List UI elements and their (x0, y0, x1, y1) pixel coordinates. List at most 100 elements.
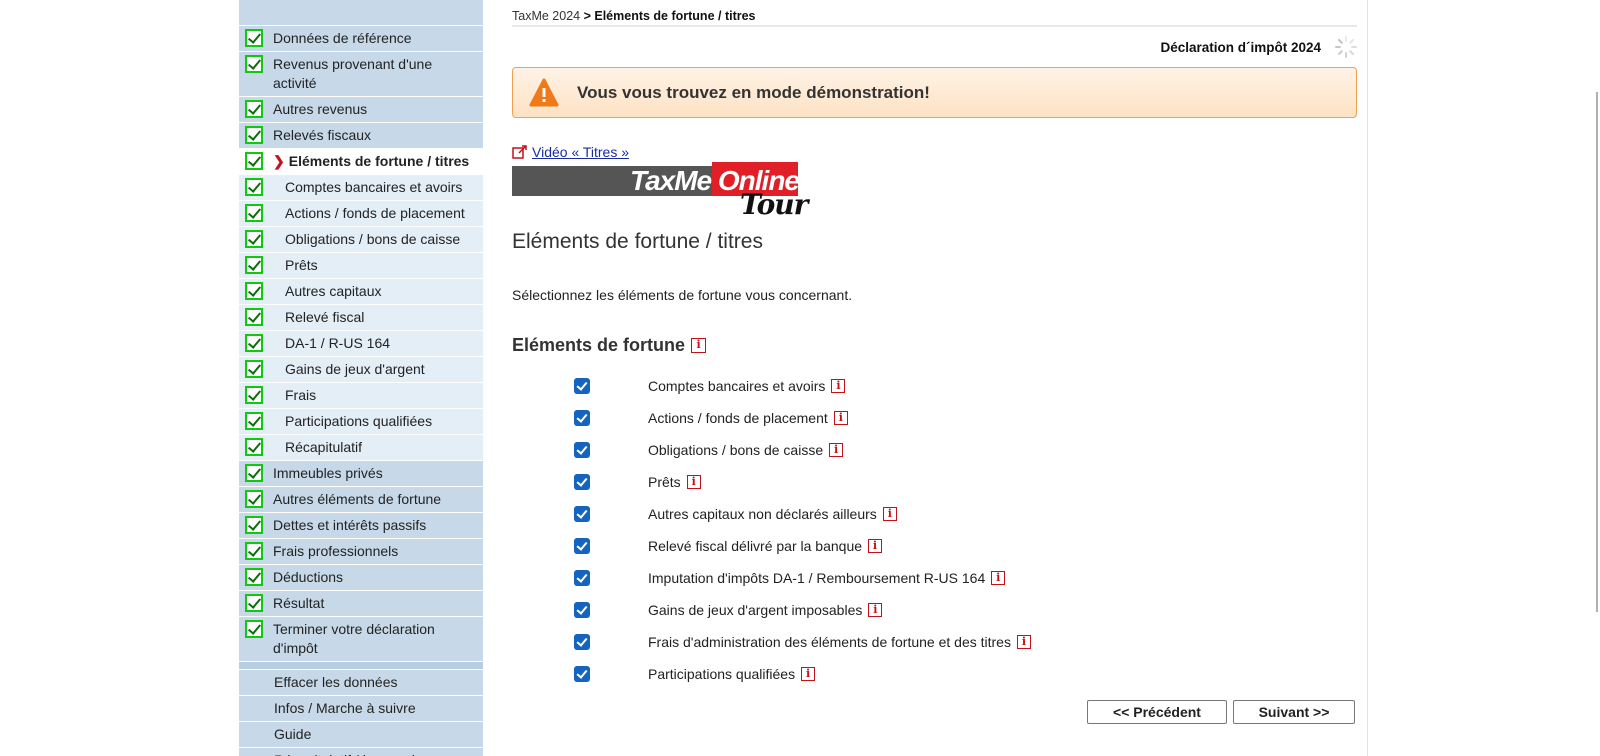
completed-check-icon (245, 386, 263, 404)
info-icon[interactable]: i (882, 507, 897, 521)
sidebar-item[interactable]: Gains de jeux d'argent (239, 357, 483, 383)
sidebar-item[interactable]: Résultat (239, 591, 483, 617)
sidebar-item[interactable]: Relevés fiscaux (239, 123, 483, 149)
option-checkbox[interactable] (574, 570, 590, 586)
info-icon[interactable]: i (868, 603, 883, 617)
fortune-option-row: Imputation d'impôts DA-1 / Remboursement… (512, 562, 1357, 594)
info-icon[interactable]: i (686, 475, 701, 489)
sidebar-item-text: Autres capitaux (285, 283, 382, 299)
external-link-icon[interactable] (512, 145, 528, 159)
option-checkbox[interactable] (574, 634, 590, 650)
info-icon[interactable]: i (801, 667, 816, 681)
info-icon[interactable]: i (1016, 635, 1031, 649)
completed-check-icon (245, 29, 263, 47)
option-checkbox[interactable] (574, 666, 590, 682)
completed-check-icon (245, 464, 263, 482)
sidebar-item-label: Prêts (273, 253, 322, 278)
fortune-option-row: Prêts i (512, 466, 1357, 498)
completed-check-icon (245, 55, 263, 73)
sidebar-item[interactable]: Récapitulatif (239, 435, 483, 461)
sidebar-item[interactable]: Relevé fiscal (239, 305, 483, 331)
sidebar-item-text: Revenus provenant d'une activité (273, 56, 433, 91)
sidebar-item-text: Autres éléments de fortune (273, 491, 442, 507)
page-title: Eléments de fortune / titres (512, 230, 763, 253)
scrollbar[interactable] (1596, 92, 1598, 612)
sidebar-item[interactable]: Prêts (239, 253, 483, 279)
info-icon[interactable]: i (868, 539, 883, 553)
info-icon[interactable]: i (831, 379, 846, 393)
completed-check-icon (245, 360, 263, 378)
info-icon[interactable]: i (691, 338, 707, 353)
breadcrumb-separator: > (580, 9, 595, 23)
sidebar-item[interactable]: Actions / fonds de placement (239, 201, 483, 227)
option-checkbox[interactable] (574, 410, 590, 426)
sidebar-item[interactable]: Autres revenus (239, 97, 483, 123)
info-icon[interactable]: i (829, 443, 844, 457)
sidebar-item-text: Immeubles privés (273, 465, 383, 481)
next-button[interactable]: Suivant >> (1233, 700, 1355, 724)
sidebar-utility-link[interactable]: Récapitulatif / impression (239, 748, 483, 756)
sidebar-item[interactable]: Immeubles privés (239, 461, 483, 487)
sidebar-utility-link[interactable]: Infos / Marche à suivre (239, 696, 483, 722)
sidebar-utility-link[interactable]: Effacer les données (239, 670, 483, 696)
option-checkbox[interactable] (574, 538, 590, 554)
option-label[interactable]: Prêts (648, 474, 681, 490)
sidebar-item[interactable]: DA-1 / R-US 164 (239, 331, 483, 357)
breadcrumb-root[interactable]: TaxMe 2024 (512, 9, 580, 23)
option-label[interactable]: Gains de jeux d'argent imposables (648, 602, 862, 618)
sidebar-item-label: Comptes bancaires et avoirs (273, 175, 466, 200)
sidebar-item-label: Frais (273, 383, 320, 408)
option-label[interactable]: Participations qualifiées (648, 666, 795, 682)
warning-icon (529, 78, 559, 106)
option-label[interactable]: Relevé fiscal délivré par la banque (648, 538, 862, 554)
sidebar-item-text: Relevés fiscaux (273, 127, 372, 143)
option-checkbox[interactable] (574, 378, 590, 394)
option-label[interactable]: Comptes bancaires et avoirs (648, 378, 825, 394)
option-checkbox[interactable] (574, 442, 590, 458)
sidebar-item[interactable]: Terminer votre déclaration d'impôt (239, 617, 483, 662)
sidebar-item[interactable]: Déductions (239, 565, 483, 591)
option-checkbox[interactable] (574, 506, 590, 522)
completed-check-icon (245, 230, 263, 248)
option-label[interactable]: Actions / fonds de placement (648, 410, 828, 426)
completed-check-icon (245, 256, 263, 274)
sidebar-item-text: Déductions (273, 569, 344, 585)
sidebar-item[interactable]: ❯ Eléments de fortune / titres (239, 149, 483, 175)
completed-check-icon (245, 126, 263, 144)
sidebar-divider (239, 662, 483, 670)
sidebar-item[interactable]: Revenus provenant d'une activité (239, 52, 483, 97)
info-icon[interactable]: i (991, 571, 1006, 585)
logo-tour-script: Tour (740, 188, 808, 221)
option-checkbox[interactable] (574, 474, 590, 490)
sidebar-item-label: Revenus provenant d'une activité (273, 52, 483, 96)
sidebar-item-label: Récapitulatif (273, 435, 366, 460)
video-titres-link[interactable]: Vidéo « Titres » (532, 144, 629, 160)
info-icon[interactable]: i (833, 411, 848, 425)
taxme-online-tour-logo[interactable]: TaxMe Online Tour (512, 162, 852, 222)
option-checkbox[interactable] (574, 602, 590, 618)
sidebar-item-label: Relevé fiscal (273, 305, 368, 330)
sidebar-item[interactable]: Comptes bancaires et avoirs (239, 175, 483, 201)
fortune-options-list: Comptes bancaires et avoirs i Actions / fo… (512, 370, 1357, 690)
option-label[interactable]: Frais d'administration des éléments de f… (648, 634, 1011, 650)
sidebar-item[interactable]: Frais (239, 383, 483, 409)
video-link-row: Vidéo « Titres » (512, 144, 1357, 160)
sidebar-item-text: Eléments de fortune / titres (288, 153, 470, 169)
sidebar-item-label: Immeubles privés (273, 461, 387, 486)
sidebar-item[interactable]: Dettes et intérêts passifs (239, 513, 483, 539)
previous-button[interactable]: << Précédent (1087, 700, 1227, 724)
sidebar-item[interactable]: Autres éléments de fortune (239, 487, 483, 513)
option-label[interactable]: Obligations / bons de caisse (648, 442, 823, 458)
sidebar-item[interactable]: Autres capitaux (239, 279, 483, 305)
sidebar-item[interactable]: Frais professionnels (239, 539, 483, 565)
option-label[interactable]: Imputation d'impôts DA-1 / Remboursement… (648, 570, 985, 586)
sidebar-item-text: Terminer votre déclaration d'impôt (273, 621, 435, 656)
sidebar-utility-link[interactable]: Guide (239, 722, 483, 748)
sidebar-item[interactable]: Obligations / bons de caisse (239, 227, 483, 253)
sidebar-item[interactable]: Participations qualifiées (239, 409, 483, 435)
option-label[interactable]: Autres capitaux non déclarés ailleurs (648, 506, 877, 522)
sidebar-item-label: ❯ Eléments de fortune / titres (273, 149, 473, 174)
demo-mode-text: Vous vous trouvez en mode démonstration! (577, 82, 930, 102)
sidebar-item[interactable]: Données de référence (239, 26, 483, 52)
sidebar-item-label: Autres revenus (273, 97, 371, 122)
